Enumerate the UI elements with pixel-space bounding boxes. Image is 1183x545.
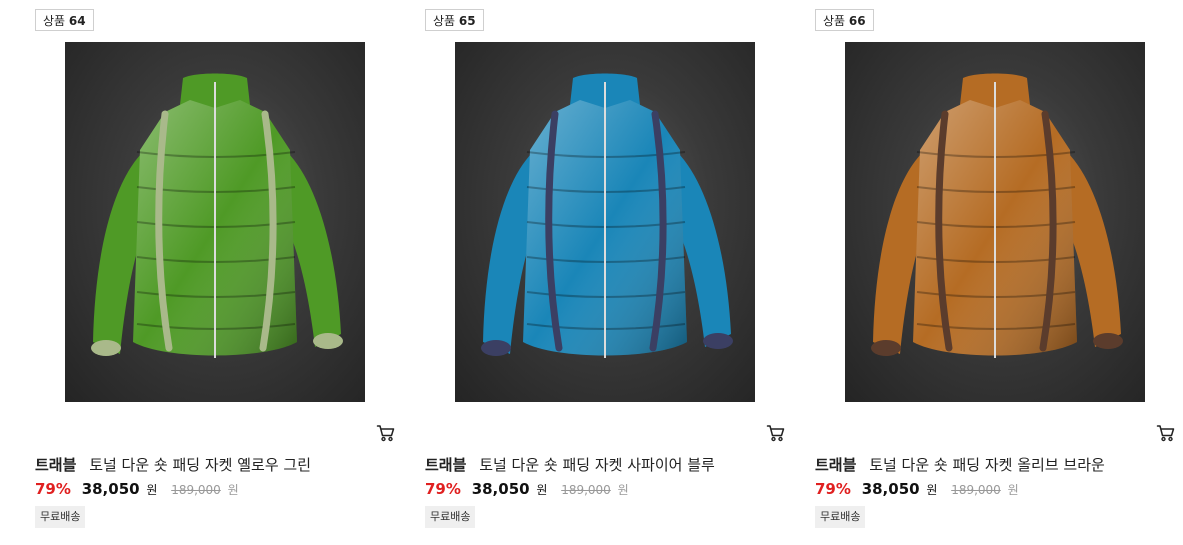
price-row: 79% 38,050 원 189,000 원 <box>425 479 629 500</box>
jacket-right-cuff <box>313 333 343 349</box>
product-title[interactable]: 트래블 토널 다운 숏 패딩 자켓 옐로우 그린 <box>35 455 405 475</box>
product-image[interactable] <box>455 42 755 402</box>
product-name: 토널 다운 숏 패딩 자켓 옐로우 그린 <box>89 456 311 474</box>
discount-rate: 79% <box>35 480 71 498</box>
rank-number: 64 <box>68 14 86 28</box>
price-row: 79% 38,050 원 189,000 원 <box>35 479 239 500</box>
sale-price: 38,050 <box>471 480 530 498</box>
original-currency: 원 <box>617 483 629 497</box>
add-to-cart-button[interactable] <box>766 423 786 443</box>
rank-label: 상품 <box>433 14 456 28</box>
product-title[interactable]: 트래블 토널 다운 숏 패딩 자켓 올리브 브라운 <box>815 455 1183 475</box>
sale-currency: 원 <box>926 483 938 497</box>
product-rank-badge: 상품 64 <box>35 9 94 31</box>
product-brand: 트래블 <box>425 456 467 474</box>
jacket-illustration <box>91 73 343 358</box>
shopping-cart-icon <box>376 425 395 442</box>
discount-rate: 79% <box>425 480 461 498</box>
add-to-cart-button[interactable] <box>376 423 396 443</box>
product-brand: 트래블 <box>35 456 77 474</box>
free-shipping-badge: 무료배송 <box>425 506 476 528</box>
original-currency: 원 <box>1007 483 1019 497</box>
product-card[interactable]: 상품 66 트래블 토널 다운 숏 패딩 자켓 올리브 브라운 79% 38,0… <box>815 0 1183 545</box>
product-image[interactable] <box>845 42 1145 402</box>
product-brand: 트래블 <box>815 456 857 474</box>
rank-label: 상품 <box>823 14 846 28</box>
jacket-left-cuff <box>91 340 121 356</box>
product-name: 토널 다운 숏 패딩 자켓 사파이어 블루 <box>479 456 715 474</box>
product-card[interactable]: 상품 65 트래블 토널 다운 숏 패딩 자켓 사파이어 블루 79% 38,0… <box>425 0 805 545</box>
original-price: 189,000 <box>561 483 611 497</box>
free-shipping-badge: 무료배송 <box>815 506 866 528</box>
sale-currency: 원 <box>536 483 548 497</box>
jacket-illustration <box>871 73 1123 358</box>
product-rank-badge: 상품 65 <box>425 9 484 31</box>
product-title[interactable]: 트래블 토널 다운 숏 패딩 자켓 사파이어 블루 <box>425 455 795 475</box>
product-image[interactable] <box>65 42 365 402</box>
original-currency: 원 <box>227 483 239 497</box>
sale-currency: 원 <box>146 483 158 497</box>
jacket-left-cuff <box>481 340 511 356</box>
shopping-cart-icon <box>766 425 785 442</box>
product-name: 토널 다운 숏 패딩 자켓 올리브 브라운 <box>869 456 1105 474</box>
rank-number: 65 <box>458 14 476 28</box>
sale-price: 38,050 <box>81 480 140 498</box>
product-grid: 상품 64 트래블 토널 다운 숏 패딩 자켓 옐로우 그린 79% 38,05… <box>0 0 1183 545</box>
jacket-right-cuff <box>1093 333 1123 349</box>
jacket-illustration <box>481 73 733 358</box>
product-rank-badge: 상품 66 <box>815 9 874 31</box>
original-price: 189,000 <box>951 483 1001 497</box>
add-to-cart-button[interactable] <box>1156 423 1176 443</box>
rank-label: 상품 <box>43 14 66 28</box>
jacket-right-cuff <box>703 333 733 349</box>
rank-number: 66 <box>848 14 866 28</box>
free-shipping-badge: 무료배송 <box>35 506 86 528</box>
original-price: 189,000 <box>171 483 221 497</box>
discount-rate: 79% <box>815 480 851 498</box>
shopping-cart-icon <box>1156 425 1175 442</box>
sale-price: 38,050 <box>861 480 920 498</box>
product-card[interactable]: 상품 64 트래블 토널 다운 숏 패딩 자켓 옐로우 그린 79% 38,05… <box>35 0 415 545</box>
jacket-left-cuff <box>871 340 901 356</box>
price-row: 79% 38,050 원 189,000 원 <box>815 479 1019 500</box>
